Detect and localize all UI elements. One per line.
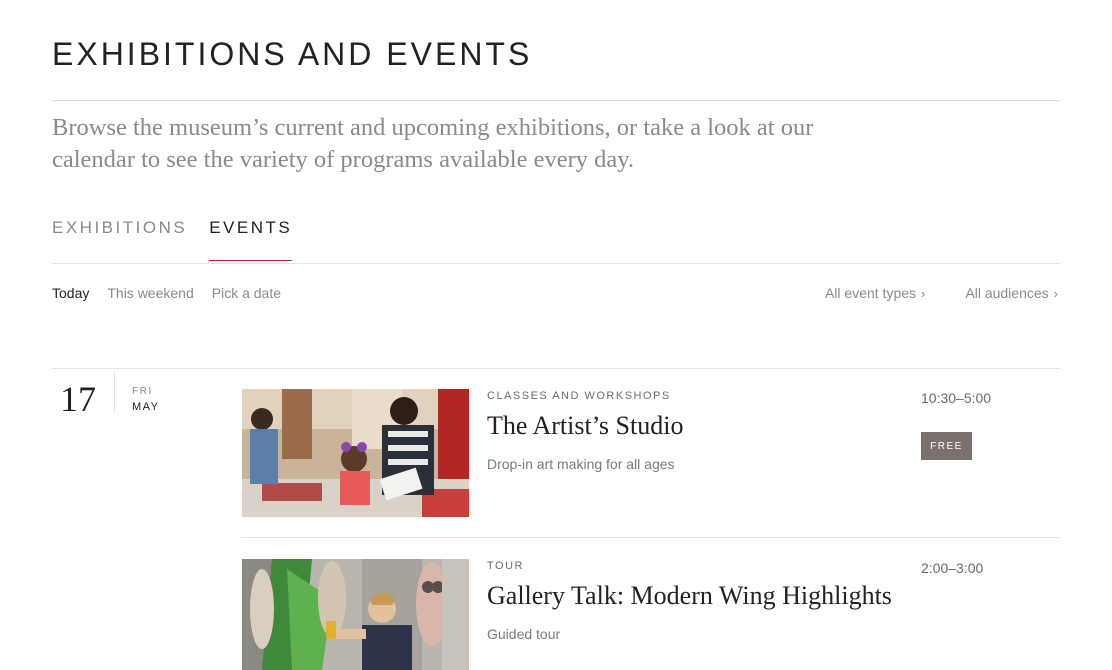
event-time: 10:30–5:00 — [921, 390, 992, 406]
tab-events[interactable]: EVENTS — [209, 218, 293, 261]
chevron-right-icon: › — [1053, 285, 1058, 301]
date-separator — [114, 372, 115, 412]
event-divider — [242, 537, 1060, 538]
event-title[interactable]: Gallery Talk: Modern Wing Highlights — [487, 581, 892, 611]
intro-text: Browse the museum’s current and upcoming… — [52, 114, 814, 173]
event-category: TOUR — [487, 560, 524, 572]
event-types-dropdown[interactable]: All event types › — [825, 285, 925, 301]
event-item[interactable]: TOUR Gallery Talk: Modern Wing Highlight… — [242, 559, 1060, 670]
chevron-right-icon: › — [921, 285, 926, 301]
audiences-dropdown[interactable]: All audiences › — [965, 285, 1058, 301]
event-item[interactable]: CLASSES AND WORKSHOPS The Artist’s Studi… — [242, 389, 1060, 519]
event-description: Drop-in art making for all ages — [487, 456, 675, 472]
title-divider — [52, 100, 1060, 101]
filter-this-weekend[interactable]: This weekend — [107, 285, 193, 301]
event-time: 2:00–3:00 — [921, 560, 984, 576]
tabs-divider — [52, 263, 1060, 264]
tab-exhibitions[interactable]: EXHIBITIONS — [52, 218, 187, 261]
workshop-photo[interactable] — [242, 389, 469, 517]
event-description: Guided tour — [487, 626, 561, 642]
gallery-photo-icon — [242, 559, 469, 670]
free-badge: FREE — [921, 432, 972, 460]
section-tabs: EXHIBITIONS EVENTS — [52, 218, 293, 261]
date-filters: Today This weekend Pick a date — [52, 285, 281, 301]
gallery-photo[interactable] — [242, 559, 469, 670]
category-filters: All event types › All audiences › — [825, 285, 1058, 301]
event-types-label: All event types — [824, 285, 917, 301]
event-title[interactable]: The Artist’s Studio — [487, 411, 683, 441]
date-day: 17 — [60, 379, 96, 419]
filter-pick-a-date[interactable]: Pick a date — [212, 285, 281, 301]
workshop-photo-icon — [242, 389, 469, 517]
date-month: MAY — [132, 401, 160, 413]
page-title: EXHIBITIONS AND EVENTS — [52, 36, 533, 72]
list-divider — [52, 368, 1060, 369]
event-category: CLASSES AND WORKSHOPS — [487, 390, 671, 402]
audiences-label: All audiences — [965, 285, 1049, 301]
filter-today[interactable]: Today — [52, 285, 89, 301]
date-weekday: FRI — [132, 386, 153, 397]
